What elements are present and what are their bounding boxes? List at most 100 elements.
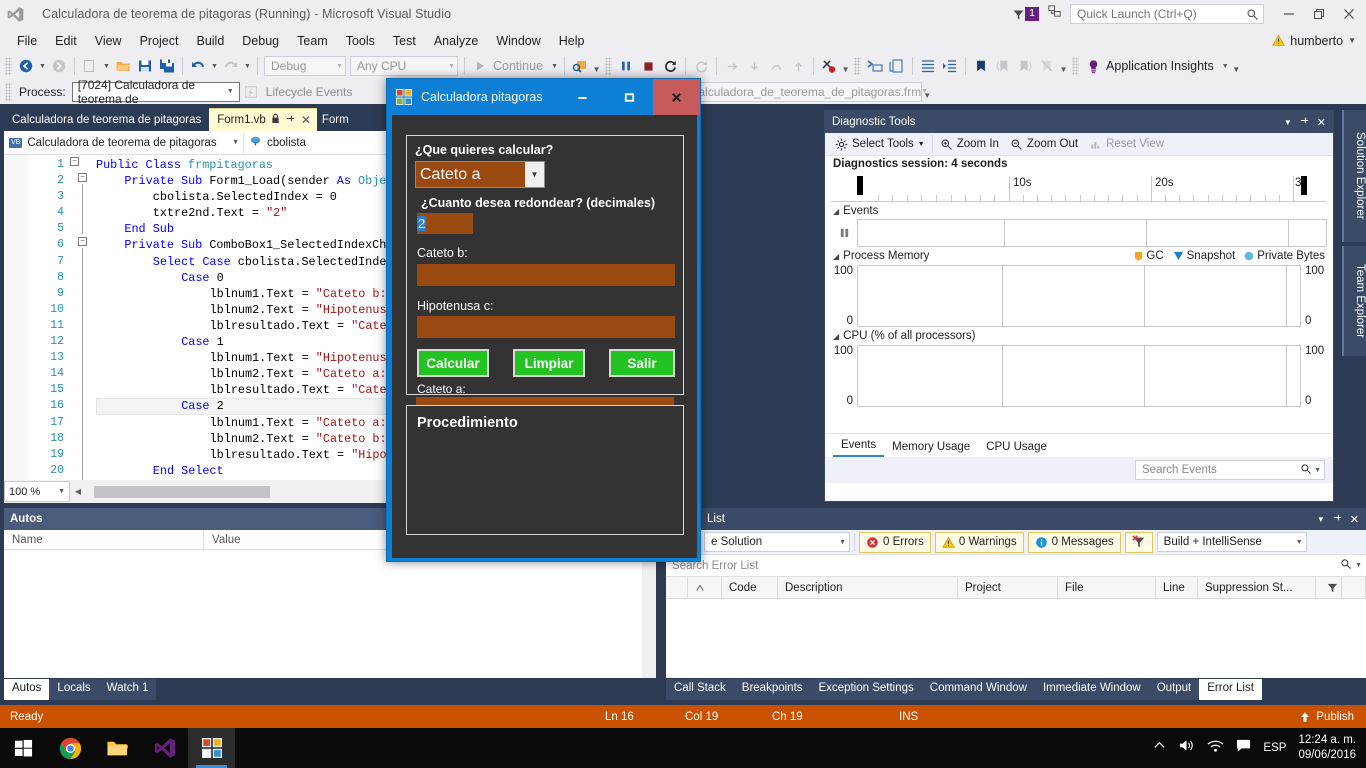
select-tools-button[interactable]: Select Tools ▼ (831, 138, 929, 151)
clock[interactable]: 12:24 a. m. 09/06/2016 (1298, 733, 1356, 763)
notification-filter-icon[interactable]: 1 (1012, 7, 1039, 21)
pin-icon[interactable] (285, 113, 296, 127)
chevron-down-icon[interactable]: ▼ (440, 63, 455, 70)
visual-studio-icon[interactable] (141, 728, 188, 768)
stack-frame-combo[interactable]: Calculadora_de_teorema_de_pitagoras.frm … (683, 81, 928, 102)
bottom-tab-locals[interactable]: Locals (49, 679, 99, 700)
account-area[interactable]: humberto ▼ (1272, 28, 1356, 53)
chrome-icon[interactable] (47, 728, 94, 768)
scroll-left-icon[interactable]: ◀ (70, 484, 86, 500)
toolbar-overflow-icon[interactable]: ▼ (591, 55, 602, 77)
menu-item-tools[interactable]: Tools (337, 31, 384, 51)
chevron-down-icon[interactable]: ▼ (1348, 36, 1356, 45)
continue-play-icon[interactable] (469, 55, 491, 77)
bottom-tab-error-list[interactable]: Error List (1199, 679, 1262, 700)
autos-rows[interactable] (4, 550, 656, 678)
save-all-icon[interactable] (156, 55, 178, 77)
toolbar-overflow-icon[interactable]: ▼ (840, 55, 851, 77)
window-minimize-button[interactable] (1274, 0, 1304, 28)
calculator-app-icon[interactable] (188, 728, 235, 768)
chevron-down-icon[interactable]: ▼ (328, 63, 343, 70)
pin-icon[interactable] (1299, 115, 1310, 129)
menu-item-project[interactable]: Project (131, 31, 188, 51)
salir-button[interactable]: Salir (609, 349, 675, 377)
tab-calculadora-designer[interactable]: Calculadora de teorema de pitagoras (4, 108, 210, 131)
navigate-backward-icon[interactable] (15, 55, 37, 77)
pin-icon[interactable] (1332, 512, 1343, 526)
toolbar-overflow-icon[interactable]: ▼ (922, 81, 933, 103)
editor-zoom-combo[interactable]: 100 % ▼ (4, 481, 70, 502)
comment-selection-icon[interactable] (864, 55, 886, 77)
error-col-line[interactable]: Line (1156, 576, 1198, 599)
close-icon[interactable]: ✕ (1317, 116, 1326, 129)
chevron-down-icon[interactable]: ▼ (1352, 562, 1362, 569)
window-close-button[interactable] (1334, 0, 1364, 28)
attach-to-process-icon[interactable] (569, 55, 591, 77)
toolbar-grip[interactable] (5, 82, 12, 101)
error-col-project[interactable]: Project (958, 576, 1058, 599)
chevron-down-icon[interactable]: ▼ (839, 539, 846, 546)
redondeo-input[interactable]: 2 (417, 213, 473, 234)
expander-icon[interactable]: ◢ (833, 207, 839, 216)
events-section-header[interactable]: ◢ Events (825, 202, 1333, 219)
new-project-dropdown-icon[interactable]: ▼ (101, 55, 112, 77)
undo-dropdown-icon[interactable]: ▼ (209, 55, 220, 77)
solution-platform-combo[interactable]: Any CPU ▼ (350, 56, 458, 76)
bottom-tab-exception-settings[interactable]: Exception Settings (810, 679, 922, 700)
tipo-calculo-combo[interactable]: Cateto a ▼ (415, 161, 545, 188)
fold-toggle-icon[interactable]: − (78, 173, 87, 182)
clear-filters-button[interactable] (1124, 531, 1153, 553)
toolbar-overflow-icon[interactable]: ▼ (1058, 55, 1069, 77)
close-icon[interactable]: ✕ (301, 113, 311, 127)
timeline-start-handle[interactable] (857, 176, 863, 195)
menu-item-file[interactable]: File (8, 31, 46, 51)
file-explorer-icon[interactable] (94, 728, 141, 768)
cateto-b-input[interactable] (417, 264, 675, 286)
close-icon[interactable]: ✕ (1350, 513, 1359, 526)
bottom-tab-watch-1[interactable]: Watch 1 (98, 679, 157, 700)
action-center-icon[interactable] (1236, 739, 1251, 758)
stop-debugging-icon[interactable] (637, 55, 659, 77)
fold-toggle-icon[interactable]: − (78, 237, 87, 246)
chevron-down-icon[interactable]: ▼ (918, 141, 925, 148)
publish-button[interactable]: Publish (1299, 711, 1366, 723)
messages-filter-button[interactable]: 0 Messages (1027, 531, 1121, 553)
error-col-file[interactable]: File (1058, 576, 1156, 599)
application-insights-dropdown-icon[interactable]: ▼ (1220, 55, 1231, 77)
toolbar-overflow-icon[interactable]: ▼ (1231, 55, 1242, 77)
tab-form1-vb[interactable]: Form1.vb ✕ (209, 108, 317, 131)
zoom-out-button[interactable]: Zoom Out (1006, 138, 1082, 151)
menu-item-edit[interactable]: Edit (46, 31, 86, 51)
bottom-tab-command-window[interactable]: Command Window (921, 679, 1035, 700)
decrease-indent-icon[interactable] (939, 55, 961, 77)
build-intellisense-combo[interactable]: Build + IntelliSense ▼ (1156, 532, 1307, 552)
menu-item-build[interactable]: Build (187, 31, 233, 51)
save-icon[interactable] (134, 55, 156, 77)
continue-dropdown-icon[interactable]: ▼ (549, 55, 560, 77)
expander-icon[interactable]: ◢ (833, 332, 839, 341)
wifi-icon[interactable] (1207, 739, 1224, 758)
chevron-down-icon[interactable]: ▼ (227, 88, 237, 95)
autos-col-name[interactable]: Name (4, 529, 204, 550)
column-options-icon[interactable] (1316, 576, 1342, 599)
bottom-tab-breakpoints[interactable]: Breakpoints (733, 679, 811, 700)
calcular-button[interactable]: Calcular (417, 349, 489, 377)
autos-vertical-scrollbar[interactable] (642, 550, 656, 678)
menu-item-analyze[interactable]: Analyze (425, 31, 487, 51)
open-file-icon[interactable] (112, 55, 134, 77)
application-insights-label[interactable]: Application Insights (1104, 59, 1220, 73)
code-folding-gutter[interactable]: − − − (70, 155, 96, 480)
sidebar-item-solution-explorer[interactable]: Solution Explorer (1342, 110, 1366, 242)
error-col-code[interactable]: Code (722, 576, 778, 599)
break-all-icon[interactable] (615, 55, 637, 77)
menu-item-test[interactable]: Test (384, 31, 425, 51)
calculator-maximize-button[interactable] (606, 79, 653, 115)
diagnostic-tab-memory-usage[interactable]: Memory Usage (884, 437, 978, 457)
calculator-close-button[interactable] (653, 79, 700, 115)
toolbar-grip[interactable] (854, 57, 862, 75)
process-memory-section-header[interactable]: ◢ Process Memory GC Snapshot Private Byt… (825, 247, 1333, 264)
warnings-filter-button[interactable]: 0 Warnings (934, 531, 1024, 553)
chevron-down-icon[interactable]: ▼ (232, 139, 239, 146)
errors-filter-button[interactable]: 0 Errors (859, 531, 931, 553)
continue-button-label[interactable]: Continue (491, 59, 549, 73)
